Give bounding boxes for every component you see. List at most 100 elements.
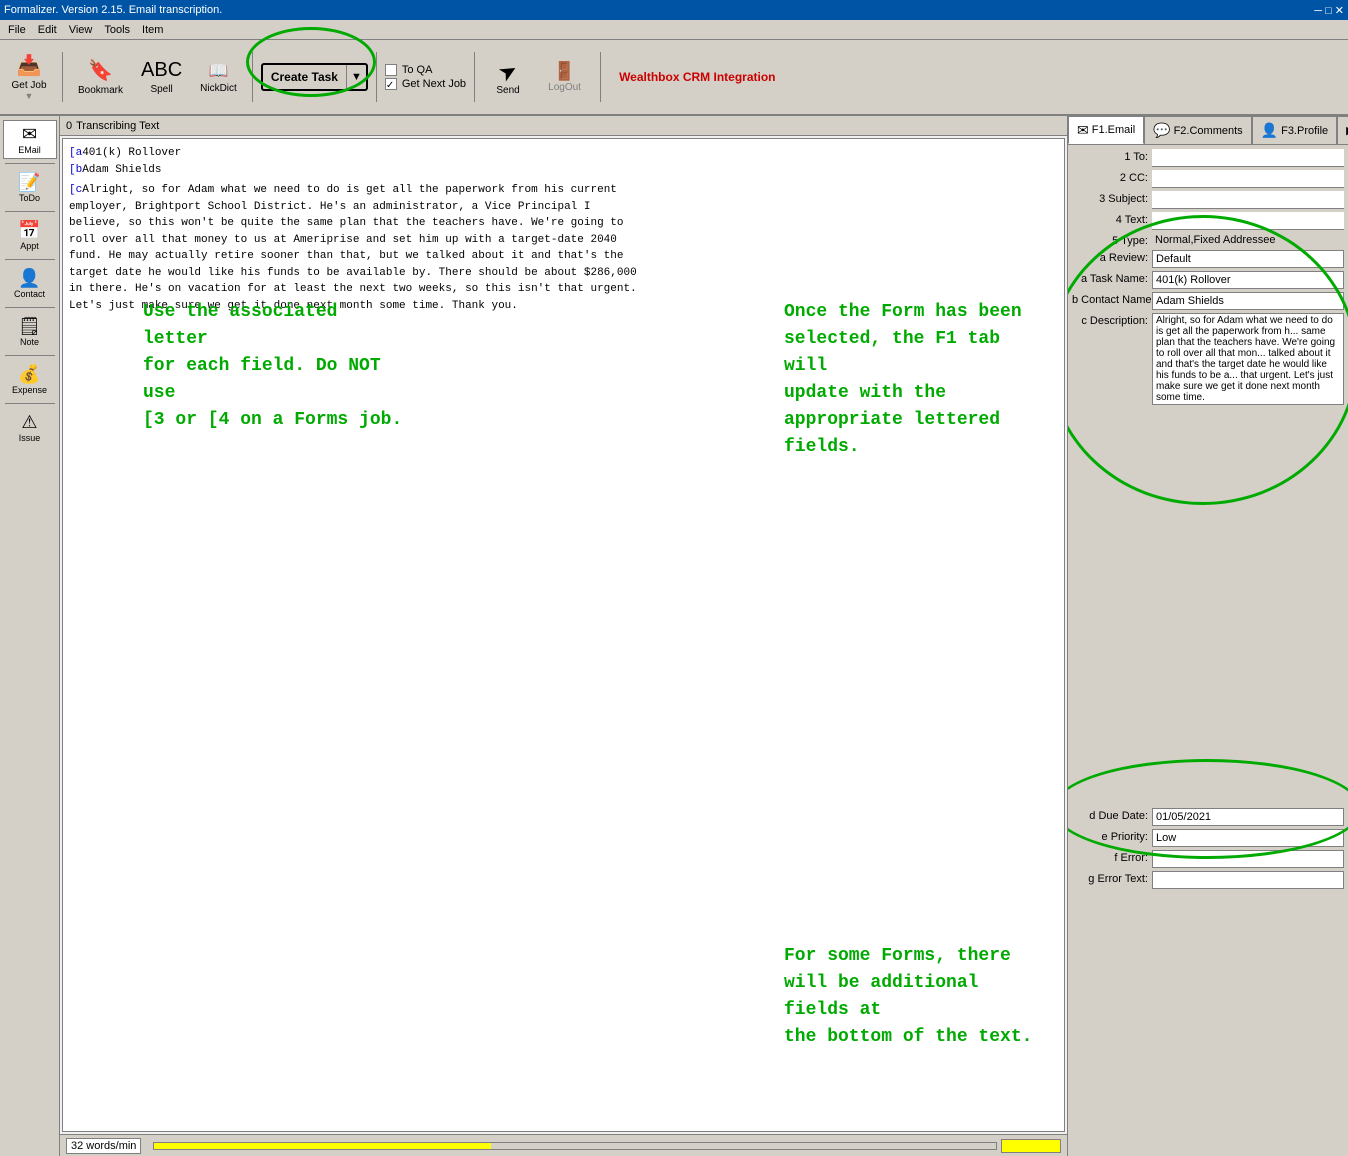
field-row-description: c Description: Alright, so for Adam what… [1072,313,1344,405]
field-row-priority: e Priority: [1072,829,1344,847]
field-input-task-name[interactable] [1152,271,1344,289]
tab-f1email-label: F1.Email [1092,124,1135,136]
sidebar-item-expense[interactable]: 💰 Expense [3,360,57,399]
field-input-subject[interactable] [1152,191,1344,209]
text-line-6: roll over all that money to us at Amerip… [69,232,1058,249]
separator-5 [600,52,601,102]
text-line-7: fund. He may actually retire sooner than… [69,248,1058,265]
separator-2 [252,52,253,102]
text-line-2: [bAdam Shields [69,162,1058,179]
field-label-subject: 3 Subject: [1072,191,1152,205]
field-label-review: a Review: [1072,250,1152,264]
text-line-9: in there. He's on vacation for at least … [69,281,1058,298]
expense-icon: 💰 [18,364,40,385]
menu-edit[interactable]: Edit [32,23,63,37]
field-input-to[interactable] [1152,149,1344,167]
field-input-contact-name[interactable] [1152,292,1344,310]
tab-f2comments-label: F2.Comments [1174,125,1243,137]
window-controls: ─ □ ✕ [1314,4,1344,17]
field-label-error-text: g Error Text: [1072,871,1152,885]
logout-button[interactable]: 🚪 LogOut [537,47,592,107]
sidebar-item-todo[interactable]: 📝 ToDo [3,168,57,207]
menu-bar: File Edit View Tools Item [0,20,1348,40]
logout-icon: 🚪 [553,61,575,82]
send-icon: ➤ [494,56,523,88]
tab-f2comments[interactable]: 💬 F2.Comments [1144,116,1252,144]
sidebar-item-appt[interactable]: 📅 Appt [3,216,57,255]
spell-label: Spell [150,84,172,95]
f3-profile-icon: 👤 [1261,122,1278,139]
send-button[interactable]: ➤ Send [483,47,533,107]
sidebar-item-issue[interactable]: ⚠ Issue [3,408,57,447]
sidebar-separator-3 [5,259,55,260]
main-content: ✉ EMail 📝 ToDo 📅 Appt 👤 Contact 🗒 Note 💰… [0,116,1348,1156]
field-input-error-text[interactable] [1152,871,1344,889]
separator-1 [62,52,63,102]
sidebar-item-email[interactable]: ✉ EMail [3,120,57,159]
field-value-review[interactable]: Default [1152,250,1344,268]
get-job-button[interactable]: 📥 Get Job ▼ [4,47,54,107]
tab-f1email[interactable]: ✉ F1.Email [1068,116,1144,144]
separator-3 [376,52,377,102]
sidebar-item-appt-label: Appt [20,241,39,251]
text-content-area[interactable]: [a401(k) Rollover [bAdam Shields [cAlrig… [62,138,1065,1132]
menu-tools[interactable]: Tools [98,23,136,37]
spell-icon: ABC [141,59,182,82]
email-icon: ✉ [22,124,37,145]
field-value-type: Normal,Fixed Addressee [1152,233,1344,247]
issue-icon: ⚠ [21,412,37,433]
tab-extra[interactable]: ▶ [1337,116,1348,144]
menu-view[interactable]: View [63,23,99,37]
tab-f3profile[interactable]: 👤 F3.Profile [1252,116,1338,144]
sidebar-item-contact[interactable]: 👤 Contact [3,264,57,303]
bottom-fields-area: d Due Date: e Priority: f Error: [1072,808,1344,889]
sidebar-separator-6 [5,403,55,404]
bookmark-label: Bookmark [78,85,123,96]
create-task-area: Create Task ▼ [261,47,368,107]
field-input-cc[interactable] [1152,170,1344,188]
get-next-job-label: Get Next Job [402,78,466,90]
field-row-error-text: g Error Text: [1072,871,1344,889]
sidebar-item-issue-label: Issue [19,433,41,443]
field-label-task-name: a Task Name: [1072,271,1152,285]
right-panel: ✉ F1.Email 💬 F2.Comments 👤 F3.Profile ▶ … [1068,116,1348,1156]
text-line-1: [a401(k) Rollover [69,145,1058,162]
field-row-review: a Review: Default [1072,250,1344,268]
field-input-error[interactable] [1152,850,1344,868]
field-row-cc: 2 CC: [1072,170,1344,188]
field-row-due-date: d Due Date: [1072,808,1344,826]
sidebar-separator-1 [5,163,55,164]
crm-integration-label: Wealthbox CRM Integration [619,70,775,84]
field-label-error: f Error: [1072,850,1152,864]
to-qa-checkbox[interactable] [385,64,397,76]
sidebar-separator-5 [5,355,55,356]
menu-file[interactable]: File [2,23,32,37]
field-label-type: 5 Type: [1072,233,1152,247]
spell-button[interactable]: ABC Spell [134,47,189,107]
create-task-button[interactable]: Create Task ▼ [261,63,368,91]
field-input-text[interactable] [1152,212,1344,230]
text-panel: 0 Transcribing Text [a401(k) Rollover [b… [60,116,1068,1156]
field-input-due-date[interactable] [1152,808,1344,826]
todo-icon: 📝 [18,172,40,193]
field-value-description[interactable]: Alright, so for Adam what we need to do … [1152,313,1344,405]
text-line-4: employer, Brightport School District. He… [69,199,1058,216]
note-icon: 🗒 [18,316,41,337]
get-next-job-checkbox[interactable] [385,78,397,90]
text-line-8: target date he would like his funds to b… [69,265,1058,282]
field-label-priority: e Priority: [1072,829,1152,843]
field-input-priority[interactable] [1152,829,1344,847]
sidebar-item-note[interactable]: 🗒 Note [3,312,57,351]
sidebar-item-expense-label: Expense [12,385,47,395]
get-next-job-row: Get Next Job [385,78,466,90]
bookmark-button[interactable]: 🔖 Bookmark [71,47,130,107]
field-row-type: 5 Type: Normal,Fixed Addressee [1072,233,1344,247]
text-line-5: believe, so this won't be quite the same… [69,215,1058,232]
logout-label: LogOut [548,82,581,93]
field-label-cc: 2 CC: [1072,170,1152,184]
field-row-to: 1 To: [1072,149,1344,167]
toolbar: 📥 Get Job ▼ 🔖 Bookmark ABC Spell 📖 NickD… [0,40,1348,116]
nick-dict-button[interactable]: 📖 NickDict [193,47,244,107]
menu-item[interactable]: Item [136,23,169,37]
create-task-arrow[interactable]: ▼ [346,65,366,89]
